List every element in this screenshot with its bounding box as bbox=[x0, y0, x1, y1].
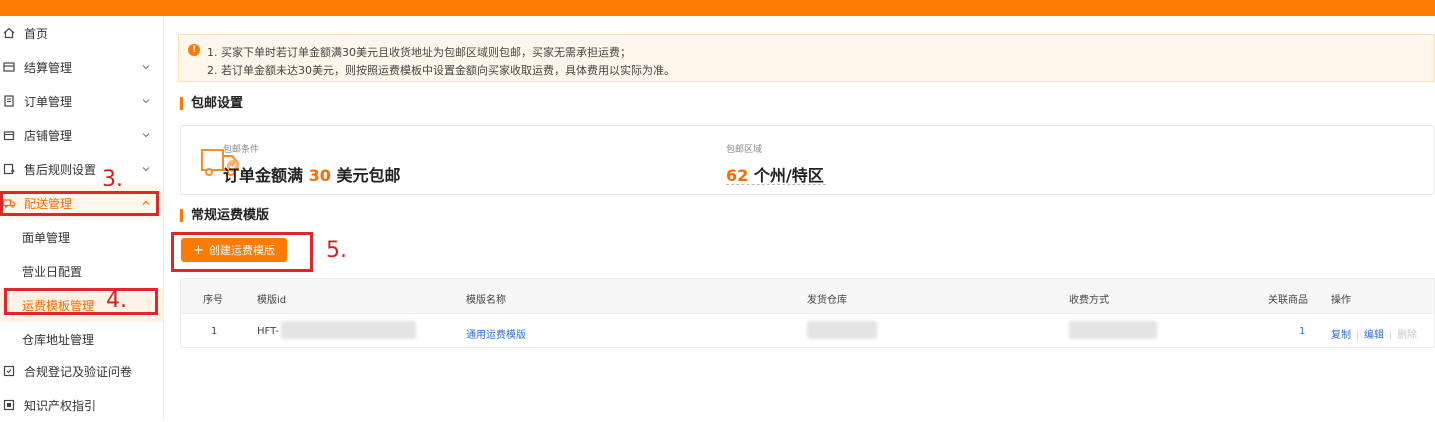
table-header: 序号 模版id 模版名称 发货仓库 收费方式 关联商品 操作 bbox=[181, 279, 1434, 314]
header-actions: 操作 bbox=[1331, 295, 1351, 306]
annotation-box-templates bbox=[4, 288, 158, 315]
condition-value: 订单金额满 30 美元包邮 bbox=[223, 162, 400, 186]
chevron-down-icon bbox=[142, 133, 150, 138]
home-icon bbox=[2, 26, 16, 40]
store-icon bbox=[2, 128, 16, 142]
delete-link: 删除 bbox=[1397, 330, 1417, 341]
region-underline bbox=[726, 184, 826, 185]
edit-link[interactable]: 编辑 bbox=[1364, 330, 1384, 341]
header-charge-method: 收费方式 bbox=[1069, 295, 1109, 306]
cell-actions: 复制 编辑 删除 bbox=[1331, 326, 1417, 341]
header-linked-products: 关联商品 bbox=[1268, 295, 1308, 306]
region-value[interactable]: 62 个州/特区 bbox=[726, 162, 824, 186]
sidebar-item-label: 结算管理 bbox=[24, 60, 73, 75]
sidebar-item-settlement[interactable]: 结算管理 bbox=[0, 50, 163, 84]
warning-icon: ! bbox=[188, 44, 200, 56]
settlement-icon bbox=[2, 60, 16, 74]
sidebar-item-ip-guide[interactable]: 知识产权指引 bbox=[0, 388, 163, 422]
sidebar-subitem-business-days[interactable]: 营业日配置 bbox=[0, 254, 163, 288]
chevron-down-icon bbox=[142, 65, 150, 70]
cell-linked-products[interactable]: 1 bbox=[1299, 326, 1305, 337]
templates-table: 序号 模版id 模版名称 发货仓库 收费方式 关联商品 操作 1 HFT- 通用… bbox=[180, 278, 1435, 348]
after-sales-icon bbox=[2, 162, 16, 176]
divider bbox=[1357, 330, 1358, 340]
header-template-name: 模版名称 bbox=[466, 295, 506, 306]
annotation-step-3: 3. bbox=[102, 167, 123, 192]
cell-index: 1 bbox=[211, 326, 218, 337]
compliance-icon bbox=[2, 364, 16, 378]
sidebar-subitem-warehouse-address[interactable]: 仓库地址管理 bbox=[0, 322, 163, 356]
free-shipping-card: 包邮条件 订单金额满 30 美元包邮 包邮区域 62 个州/特区 bbox=[180, 125, 1435, 195]
top-bar bbox=[0, 0, 1435, 16]
sidebar-item-after-sales[interactable]: 售后规则设置 bbox=[0, 152, 163, 186]
sidebar-item-orders[interactable]: 订单管理 bbox=[0, 84, 163, 118]
section-title-templates: 常规运费模版 bbox=[180, 209, 269, 222]
plus-icon: + bbox=[193, 242, 204, 258]
condition-amount: 30 bbox=[308, 166, 331, 185]
sidebar-subitem-waybill[interactable]: 面单管理 bbox=[0, 220, 163, 254]
sidebar-item-compliance[interactable]: 合规登记及验证问卷 bbox=[0, 354, 163, 388]
condition-suffix: 美元包邮 bbox=[336, 166, 401, 185]
region-label: 包邮区域 bbox=[726, 145, 763, 155]
cell-template-id: HFT- bbox=[257, 326, 279, 337]
condition-label: 包邮条件 bbox=[223, 145, 260, 155]
chevron-down-icon bbox=[142, 99, 150, 104]
notice-line-1: 1. 买家下单时若订单金额满30美元且收货地址为包邮区域则包邮，买家无需承担运费… bbox=[207, 46, 631, 59]
header-template-id: 模版id bbox=[257, 295, 287, 306]
redacted-id bbox=[281, 321, 416, 339]
create-template-button[interactable]: + 创建运费模版 bbox=[181, 238, 287, 262]
header-index: 序号 bbox=[203, 295, 223, 306]
notice-line-2: 2. 若订单金额未达30美元，则按照运费模板中设置金额向买家收取运费，具体费用以… bbox=[207, 64, 675, 77]
ip-guide-icon bbox=[2, 398, 16, 412]
sidebar-item-store[interactable]: 店铺管理 bbox=[0, 118, 163, 152]
sidebar-item-label: 合规登记及验证问卷 bbox=[24, 364, 133, 379]
divider bbox=[1390, 330, 1391, 340]
sidebar: 首页 结算管理 订单管理 店铺管理 售后规则设置 配送管理 面单管理 营业日配置… bbox=[0, 16, 164, 420]
region-count: 62 bbox=[726, 166, 749, 185]
annotation-step-4: 4. bbox=[106, 288, 127, 313]
sidebar-item-label: 知识产权指引 bbox=[24, 398, 97, 413]
annotation-step-5: 5. bbox=[326, 238, 347, 263]
sidebar-item-home[interactable]: 首页 bbox=[0, 16, 163, 50]
redacted-charge-method bbox=[1069, 321, 1157, 339]
sidebar-item-label: 首页 bbox=[24, 26, 49, 41]
condition-prefix: 订单金额满 bbox=[223, 166, 304, 185]
sidebar-item-label: 店铺管理 bbox=[24, 128, 73, 143]
sidebar-item-label: 订单管理 bbox=[24, 94, 73, 109]
redacted-warehouse bbox=[807, 321, 877, 339]
notice-banner: ! 1. 买家下单时若订单金额满30美元且收货地址为包邮区域则包邮，买家无需承担… bbox=[178, 34, 1435, 82]
annotation-box-delivery bbox=[0, 191, 159, 216]
copy-link[interactable]: 复制 bbox=[1331, 330, 1351, 341]
create-template-label: 创建运费模版 bbox=[208, 244, 275, 257]
cell-template-name[interactable]: 通用运费模版 bbox=[466, 326, 526, 341]
sidebar-item-label: 售后规则设置 bbox=[24, 162, 97, 177]
chevron-down-icon bbox=[142, 167, 150, 172]
section-title-free-shipping: 包邮设置 bbox=[180, 97, 243, 110]
order-icon bbox=[2, 94, 16, 108]
region-suffix: 个州/特区 bbox=[753, 166, 824, 185]
header-warehouse: 发货仓库 bbox=[807, 295, 847, 306]
